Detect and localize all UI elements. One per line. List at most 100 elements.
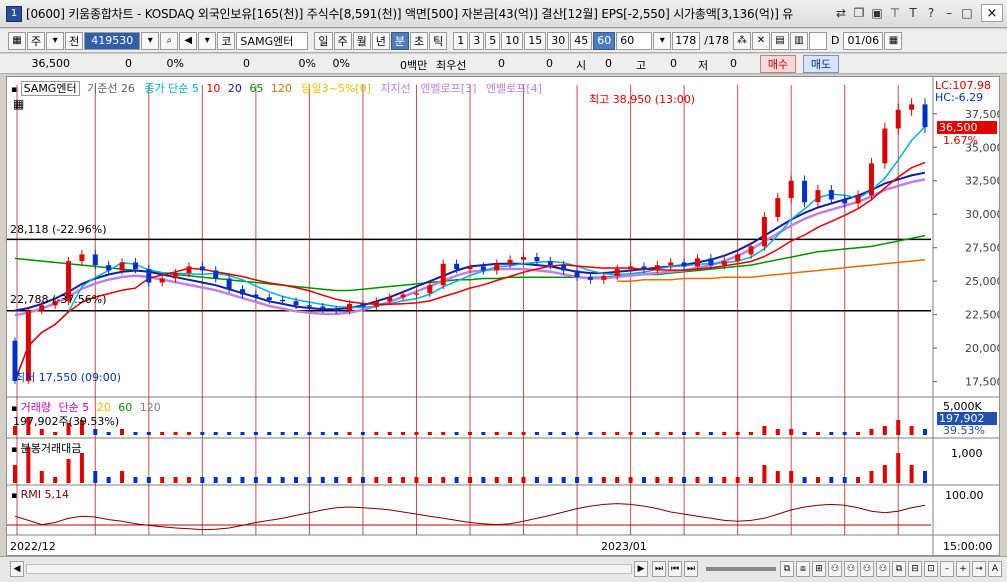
interval-dropdown-icon[interactable]: ▾ bbox=[653, 31, 672, 50]
tool-icon-10[interactable]: ⊡ bbox=[924, 561, 938, 577]
speaker-icon[interactable]: ◀ bbox=[179, 31, 198, 50]
tool-icon-8[interactable]: ⧉ bbox=[892, 561, 906, 577]
date-input[interactable]: 01/06 bbox=[843, 31, 884, 50]
period-minute[interactable]: 분 bbox=[390, 31, 409, 50]
amount-bar bbox=[521, 477, 526, 483]
period-second[interactable]: 초 bbox=[410, 31, 429, 50]
rmi-collapse-icon[interactable]: ▪ bbox=[11, 491, 17, 501]
menu-dropdown-icon[interactable]: ▾ bbox=[198, 31, 217, 50]
period-day[interactable]: 일 bbox=[314, 31, 333, 50]
interval-10[interactable]: 10 bbox=[501, 31, 524, 50]
volume-bar bbox=[387, 432, 392, 435]
ma10-legend: 10 bbox=[206, 82, 221, 95]
tool-icon-6[interactable]: ⚇ bbox=[860, 561, 874, 577]
link-icon[interactable]: ⇄ bbox=[833, 4, 849, 22]
zoom-slider[interactable] bbox=[706, 567, 776, 571]
period-year[interactable]: 년 bbox=[371, 31, 390, 50]
period-month[interactable]: 월 bbox=[352, 31, 371, 50]
bottom-scrollbar[interactable]: ◀ ▶ ⏭ ⏮ ⏭ ⧉ ⧈ ⊞ ⚇ ⚇ ⚇ ⚇ ⧉ ⊟ ⊡ – + → A bbox=[0, 556, 1007, 582]
candle-body bbox=[761, 216, 767, 247]
candle-body bbox=[92, 254, 98, 266]
interval-30[interactable]: 30 bbox=[547, 31, 570, 50]
checkbox[interactable] bbox=[808, 31, 827, 50]
prev-button[interactable]: 전 bbox=[65, 31, 84, 50]
pin-icon[interactable]: ⊤ bbox=[887, 4, 903, 22]
stock-code-input[interactable]: 419530 bbox=[84, 31, 141, 50]
maximize-icon[interactable]: □ bbox=[959, 4, 975, 22]
scroll-track[interactable] bbox=[26, 564, 632, 574]
stock-name-field[interactable]: SAMG엔터 bbox=[236, 31, 309, 50]
tool-icon-4[interactable]: ⚇ bbox=[828, 561, 842, 577]
candle-body bbox=[815, 190, 821, 203]
minimize-icon[interactable]: – bbox=[941, 4, 957, 22]
save-icon[interactable]: ▤ bbox=[770, 31, 789, 50]
interval-15[interactable]: 15 bbox=[524, 31, 547, 50]
interval-5[interactable]: 5 bbox=[485, 31, 501, 50]
tool-icon-2[interactable]: ⧈ bbox=[796, 561, 810, 577]
network-icon[interactable]: ⁂ bbox=[732, 31, 751, 50]
interval-45[interactable]: 45 bbox=[570, 31, 593, 50]
scroll-right-icon[interactable]: ▶ bbox=[634, 561, 648, 577]
interval-select[interactable]: 60 bbox=[616, 31, 653, 50]
amount-bar bbox=[267, 477, 272, 483]
settings-icon[interactable]: ▥ bbox=[789, 31, 808, 50]
tool-icon[interactable]: ✕ bbox=[751, 31, 770, 50]
table-icon[interactable]: ▦ bbox=[13, 97, 24, 111]
help-icon[interactable]: ? bbox=[923, 4, 939, 22]
tool-icon-5[interactable]: ⚇ bbox=[844, 561, 858, 577]
buy-button[interactable]: 매수 bbox=[760, 55, 796, 73]
period-tick[interactable]: 틱 bbox=[429, 31, 448, 50]
close-button[interactable]: × bbox=[981, 4, 1003, 22]
dropdown-icon[interactable]: ▾ bbox=[46, 31, 65, 50]
amount-bar bbox=[775, 471, 780, 483]
tool-icon-1[interactable]: ⧉ bbox=[780, 561, 794, 577]
candle-body bbox=[226, 278, 232, 290]
interval-1[interactable]: 1 bbox=[453, 31, 469, 50]
font-icon[interactable]: T bbox=[905, 4, 921, 22]
vol-ma120: 120 bbox=[139, 401, 161, 414]
zoom-out-icon[interactable]: – bbox=[940, 561, 954, 577]
arrow-right-icon[interactable]: → bbox=[972, 561, 986, 577]
period-week[interactable]: 주 bbox=[333, 31, 352, 50]
chart-area[interactable]: 37,50035,00032,50030,00027,50025,00022,5… bbox=[6, 76, 1004, 556]
code-button[interactable]: 주 bbox=[27, 31, 46, 50]
play-icon[interactable]: ⏭ bbox=[652, 561, 666, 577]
amount-bar bbox=[923, 471, 927, 483]
expand-icon[interactable]: ▪ bbox=[11, 85, 17, 95]
calendar-icon[interactable]: ▦ bbox=[884, 31, 903, 50]
volume-bar bbox=[160, 432, 165, 435]
interval-3[interactable]: 3 bbox=[469, 31, 485, 50]
prev-page-icon[interactable]: ⏮ bbox=[668, 561, 682, 577]
open-value: 0 bbox=[605, 57, 612, 70]
next-page-icon[interactable]: ⏭ bbox=[684, 561, 698, 577]
volume-bar bbox=[213, 432, 218, 435]
market-button[interactable]: 코 bbox=[217, 31, 236, 50]
grid-icon[interactable]: ▦ bbox=[8, 31, 26, 50]
search-icon[interactable]: ⌕ bbox=[160, 31, 179, 50]
zoom-in-icon[interactable]: + bbox=[956, 561, 970, 577]
amount-bar bbox=[896, 453, 901, 483]
tool-icon-7[interactable]: ⚇ bbox=[876, 561, 890, 577]
code-dropdown-icon[interactable]: ▾ bbox=[141, 31, 160, 50]
candle-body bbox=[454, 263, 460, 270]
interval-60[interactable]: 60 bbox=[593, 31, 616, 50]
font-size-icon[interactable]: A bbox=[988, 561, 1002, 577]
count-input[interactable]: 178 bbox=[672, 31, 701, 50]
copy-icon[interactable]: ❐ bbox=[851, 4, 867, 22]
chart-canvas[interactable]: 37,50035,00032,50030,00027,50025,00022,5… bbox=[7, 77, 1004, 555]
amount-bar bbox=[628, 477, 633, 483]
candle-body bbox=[828, 190, 834, 200]
tool-icon-3[interactable]: ⊞ bbox=[812, 561, 826, 577]
tool-icon-9[interactable]: ⊟ bbox=[908, 561, 922, 577]
amount-title: 분봉거래대금 bbox=[20, 442, 82, 455]
volume-bar bbox=[374, 432, 379, 435]
sell-button[interactable]: 매도 bbox=[803, 55, 839, 73]
candle-body bbox=[333, 309, 339, 311]
checkbox-label: D bbox=[830, 34, 840, 47]
volume-bar bbox=[521, 432, 526, 435]
amount-collapse-icon[interactable]: ▪ bbox=[11, 445, 17, 455]
restore-icon[interactable]: ▣ bbox=[869, 4, 885, 22]
stock-legend[interactable]: SAMG엔터 bbox=[20, 81, 80, 96]
scroll-left-icon[interactable]: ◀ bbox=[10, 561, 24, 577]
candle-body bbox=[119, 262, 125, 271]
